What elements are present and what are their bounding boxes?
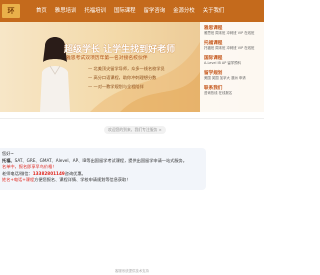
cta-suffix: 方便您报名、课程详情、学校申请规划等信息获取！ <box>34 177 131 183</box>
nav-item-branch[interactable]: 金源分校 <box>169 0 199 22</box>
site-logo[interactable]: 环 <box>2 4 20 18</box>
course-block-contact[interactable]: 联系我们 咨询热线 在线报名 <box>204 85 260 96</box>
banner-bullet: — 北美顶尖留学导师，众多一线名校学员 <box>88 66 165 71</box>
message-promo: 名单中，报名即享早鸟价格！ <box>2 164 57 170</box>
services-list: SAT、GRE、GMAT、Alevel、AP、IB等出国留学考试课程，提供出国留… <box>14 157 187 163</box>
banner-subline: 雅思考试双项历年第一名对接名校伙伴 <box>66 56 148 61</box>
chat-message-bubble: 您好~ 托福、SAT、GRE、GMAT、Alevel、AP、IB等出国留学考试课… <box>0 148 206 190</box>
course-block-international[interactable]: 国际课程 A-Level IB AP 留学预科 <box>204 55 260 66</box>
course-block-line: 雅思班 周末班 冲刺班 VIP 在线班 <box>204 31 255 35</box>
phone-number[interactable]: 13382801149 <box>33 171 65 176</box>
course-panel: 雅思课程 雅思班 周末班 冲刺班 VIP 在线班 托福课程 托福班 周末班 冲刺… <box>200 22 264 112</box>
nav-item-international[interactable]: 国际课程 <box>110 0 140 22</box>
course-block-toefl[interactable]: 托福课程 托福班 周末班 冲刺班 VIP 在线班 <box>204 40 260 51</box>
banner-bullet: — 一对一教学规划与全程陪伴 <box>88 84 144 90</box>
course-block-planning[interactable]: 留学规划 美国 英国 加拿大 澳洲 申请 <box>204 70 260 81</box>
nav-item-study-abroad[interactable]: 留学咨询 <box>140 0 170 22</box>
cta-highlight: 姓名+电话+课程 <box>2 177 35 183</box>
course-block-line: 咨询热线 在线报名 <box>204 91 233 95</box>
nav-item-home[interactable]: 首页 <box>32 0 51 22</box>
top-navigation: 环 首页 雅思培训 托福培训 国际课程 留学咨询 金源分校 关于我们 <box>0 0 264 22</box>
message-cta: 姓名+电话+课程方便您报名、课程详情、学校申请规划等信息获取！ <box>2 177 204 184</box>
course-block-line: A-Level IB AP 留学预科 <box>204 61 241 65</box>
section-divider <box>0 118 264 119</box>
message-greeting: 您好~ <box>2 151 14 156</box>
banner-bullet: — 高分口语课程，助你冲刺理想分数 <box>88 75 157 81</box>
course-block-line: 美国 英国 加拿大 澳洲 申请 <box>204 76 246 80</box>
footer-credit: 客服系统提供技术支持 <box>115 269 149 273</box>
banner-bullets: — 北美顶尖留学导师，众多一线名校学员 — 高分口语课程，助你冲刺理想分数 — … <box>88 66 165 94</box>
services-prefix: 托福、 <box>2 157 15 163</box>
phone-prefix: 老师电话/微信： <box>2 170 33 176</box>
nav-menu: 首页 雅思培训 托福培训 国际课程 留学咨询 金源分校 关于我们 <box>32 0 228 22</box>
chat-system-notice[interactable]: 欢迎您的到来，我们专注服务 × <box>104 126 166 134</box>
nav-item-about[interactable]: 关于我们 <box>199 0 229 22</box>
nav-item-ielts[interactable]: 雅思培训 <box>51 0 81 22</box>
phone-suffix: 咨询优惠。 <box>64 170 86 176</box>
nav-item-toefl[interactable]: 托福培训 <box>80 0 110 22</box>
course-block-line: 托福班 周末班 冲刺班 VIP 在线班 <box>204 46 255 50</box>
course-block-ielts[interactable]: 雅思课程 雅思班 周末班 冲刺班 VIP 在线班 <box>204 25 260 36</box>
teacher-photo <box>40 37 70 112</box>
